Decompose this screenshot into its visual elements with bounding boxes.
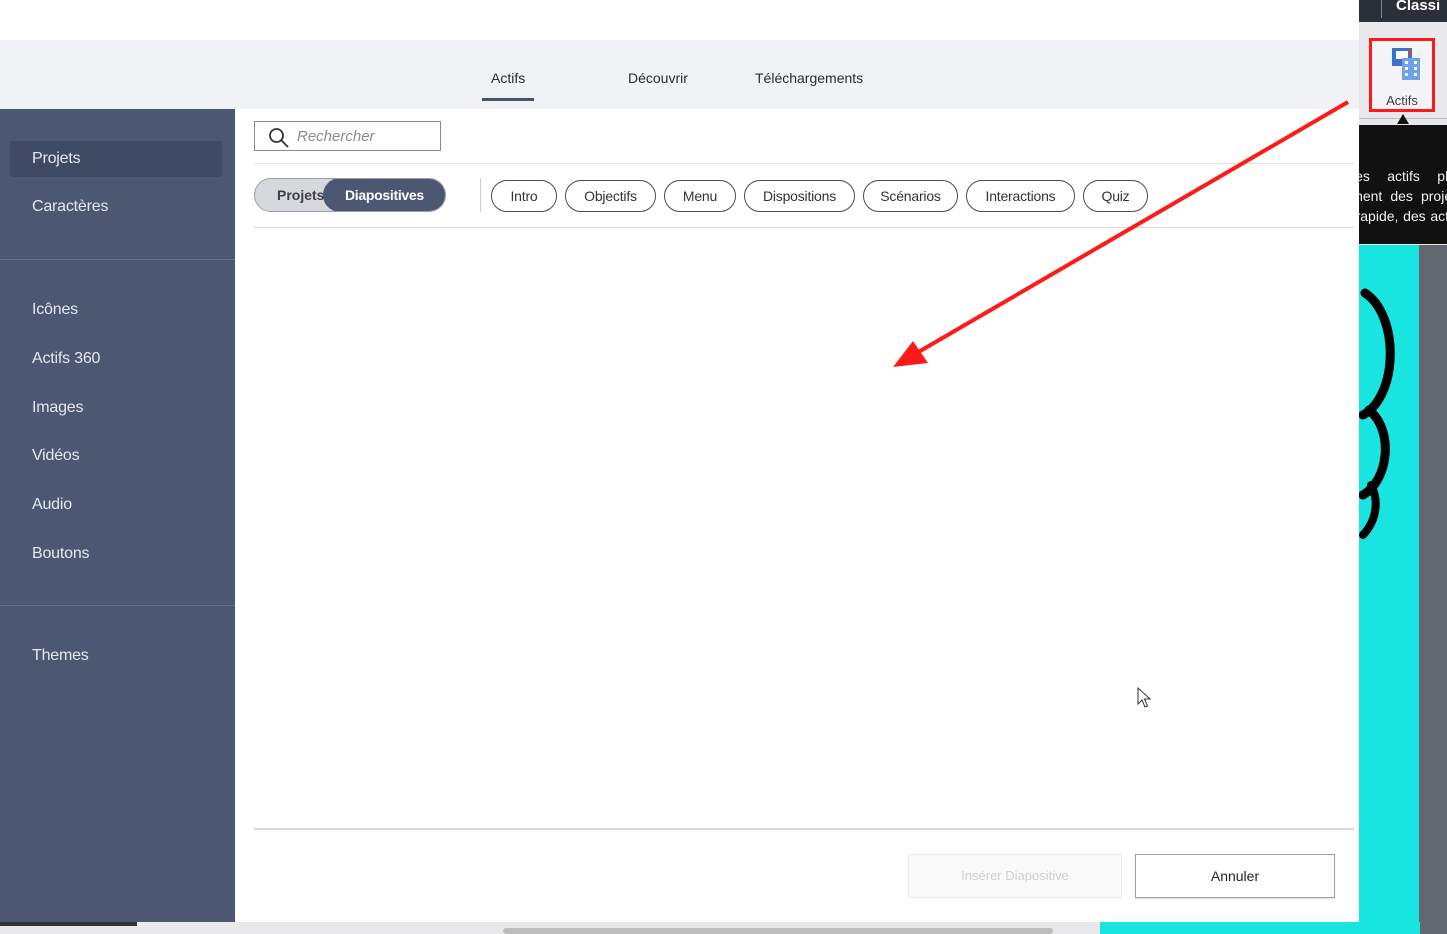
slide-canvas (1359, 245, 1419, 934)
tab-decouvrir[interactable]: Découvrir (628, 70, 688, 86)
filter-chip-scenarios[interactable]: Scénarios (863, 180, 958, 212)
sidebar-divider (0, 605, 235, 606)
horizontal-scrollbar[interactable] (0, 922, 1100, 934)
sidebar-item-actifs-360[interactable]: Actifs 360 (32, 350, 100, 368)
app-title: Classi (1396, 0, 1441, 14)
filter-chip-objectifs[interactable]: Objectifs (565, 180, 656, 212)
app-title-bar: Classi (1359, 0, 1447, 22)
assets-icon (1392, 48, 1420, 80)
filter-divider (480, 178, 481, 212)
tab-telechargements[interactable]: Téléchargements (755, 70, 863, 86)
scrollbar-track-edge (0, 922, 137, 926)
sidebar-item-videos[interactable]: Vidéos (32, 447, 80, 465)
assets-button-label: Actifs (1386, 93, 1418, 108)
active-tab-indicator (482, 98, 534, 101)
scrollbar-thumb[interactable] (503, 928, 1053, 934)
sidebar-item-icones[interactable]: Icônes (32, 301, 78, 319)
toggle-option-projets[interactable]: Projets (277, 187, 324, 203)
title-divider (1381, 0, 1382, 18)
sidebar-item-boutons[interactable]: Boutons (32, 545, 90, 563)
sidebar-item-caracteres[interactable]: Caractères (32, 198, 108, 216)
toggle-option-diapositives[interactable]: Diapositives (323, 179, 445, 211)
filter-chip-dispositions[interactable]: Dispositions (744, 180, 855, 212)
projects-slides-toggle[interactable]: Projets Diapositives (254, 178, 446, 212)
assets-dialog: Actifs Découvrir Téléchargements Projets… (0, 0, 1359, 922)
footer-divider (254, 828, 1354, 830)
sidebar-item-audio[interactable]: Audio (32, 496, 72, 514)
filter-bar-divider (254, 227, 1354, 228)
tab-bar: Actifs Découvrir Téléchargements (0, 40, 1359, 109)
filter-chip-quiz[interactable]: Quiz (1083, 180, 1148, 212)
tooltip-caret (1397, 114, 1409, 124)
filter-chip-interactions[interactable]: Interactions (966, 180, 1075, 212)
filter-chip-intro[interactable]: Intro (491, 180, 557, 212)
mouse-cursor-icon (1137, 687, 1152, 708)
sidebar: Projets Caractères Icônes Actifs 360 Ima… (0, 109, 235, 922)
search-icon (269, 128, 289, 148)
canvas-bottom-strip (1100, 922, 1420, 934)
toggle-option-diapositives-label: Diapositives (345, 187, 424, 203)
search-divider (254, 163, 1354, 164)
sidebar-item-images[interactable]: Images (32, 399, 83, 417)
sidebar-divider (0, 259, 235, 260)
search-box[interactable] (254, 121, 441, 151)
dialog-header-space (0, 2, 1359, 40)
cancel-button[interactable]: Annuler (1135, 854, 1335, 898)
assets-toolbar-button[interactable]: Actifs (1369, 38, 1435, 112)
tab-actifs[interactable]: Actifs (491, 70, 525, 86)
sidebar-item-projets[interactable]: Projets (32, 150, 81, 168)
sidebar-item-themes[interactable]: Themes (32, 647, 89, 665)
filter-chip-menu[interactable]: Menu (664, 180, 736, 212)
insert-slide-button[interactable]: Insérer Diapositive (908, 854, 1122, 898)
search-input[interactable] (297, 125, 435, 147)
canvas-gutter (1419, 245, 1447, 934)
